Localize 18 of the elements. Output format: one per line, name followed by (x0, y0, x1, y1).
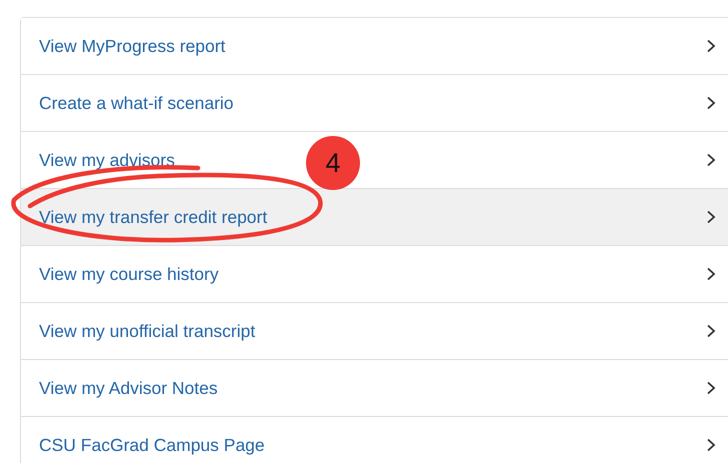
chevron-right-icon (706, 39, 716, 53)
chevron-right-icon (706, 324, 716, 338)
menu-item-label: View my transfer credit report (39, 206, 268, 228)
menu-item-label: View my advisors (39, 150, 175, 170)
menu-item-label: View my unofficial transcript (39, 320, 256, 342)
chevron-right-icon (706, 96, 716, 110)
chevron-right-icon (706, 153, 716, 167)
menu-item[interactable]: View MyProgress report (21, 18, 728, 75)
chevron-right-icon (706, 381, 716, 395)
chevron-right-icon (706, 438, 716, 452)
menu-item-label: CSU FacGrad Campus Page (39, 434, 265, 456)
menu-item-label: View my course history (39, 264, 219, 284)
menu-item[interactable]: View my transfer credit report (21, 189, 728, 246)
menu-item-label: View my Advisor Notes (39, 378, 218, 398)
chevron-right-icon (706, 210, 716, 224)
menu-item-label: Create a what-if scenario (39, 92, 234, 114)
chevron-right-icon (706, 267, 716, 281)
menu-item-label: View MyProgress report (39, 36, 226, 56)
